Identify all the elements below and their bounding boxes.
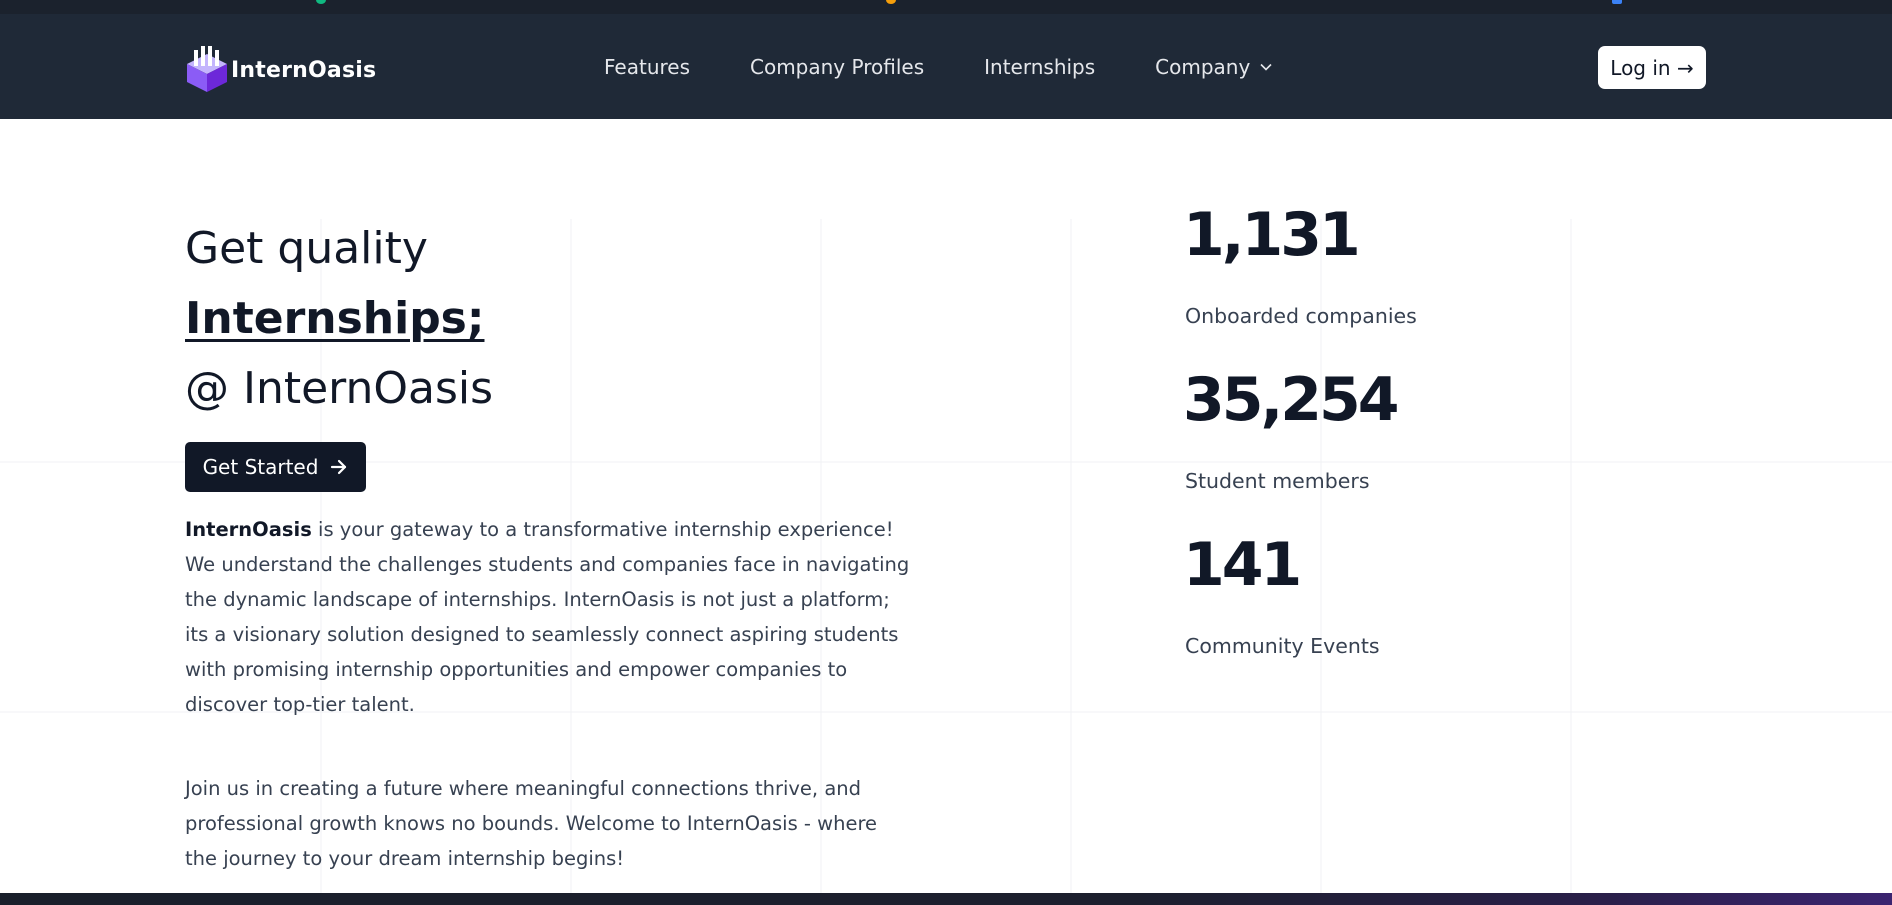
strip-dot	[316, 0, 326, 4]
stat-events-label: Community Events	[1185, 634, 1380, 658]
browser-top-strip	[0, 0, 1892, 14]
chevron-down-icon	[1260, 63, 1272, 71]
intro-brand: InternOasis	[185, 518, 312, 541]
stat-students-label: Student members	[1185, 469, 1370, 493]
nav-company-profiles[interactable]: Company Profiles	[750, 55, 924, 79]
nav-menu: Features Company Profiles Internships Co…	[604, 14, 1332, 119]
join-paragraph: Join us in creating a future where meani…	[185, 777, 878, 870]
strip-dot	[886, 0, 896, 4]
stat-companies-label: Onboarded companies	[1185, 304, 1417, 328]
nav-features[interactable]: Features	[604, 55, 690, 79]
get-started-button[interactable]: Get Started	[185, 442, 366, 492]
nav-company-dropdown[interactable]: Company	[1155, 55, 1272, 79]
nav-company-label: Company	[1155, 54, 1251, 79]
top-navbar: InternOasis Features Company Profiles In…	[0, 14, 1892, 119]
hero-line-1: Get quality	[185, 223, 428, 274]
bottom-strip	[0, 893, 1892, 905]
stat-students-value: 35,254	[1183, 365, 1400, 435]
stat-events-value: 141	[1183, 530, 1302, 600]
strip-dot	[1612, 0, 1622, 4]
hero-line-3: @ InternOasis	[185, 363, 494, 414]
intro-text: is your gateway to a transformative inte…	[185, 518, 910, 716]
intro-paragraph: InternOasis is your gateway to a transfo…	[185, 512, 915, 722]
stat-companies-value: 1,131	[1183, 200, 1361, 270]
login-button[interactable]: Log in →	[1598, 46, 1706, 89]
brand-name: InternOasis	[231, 57, 377, 83]
cube-logo-icon	[185, 44, 229, 96]
arrow-right-icon	[331, 459, 347, 475]
hero-line-2: Internships;	[185, 293, 485, 344]
brand-logo[interactable]: InternOasis	[185, 44, 376, 96]
get-started-label: Get Started	[202, 455, 319, 479]
nav-internships[interactable]: Internships	[984, 55, 1095, 79]
hero-heading: Get quality Internships; @ InternOasis	[185, 214, 493, 424]
